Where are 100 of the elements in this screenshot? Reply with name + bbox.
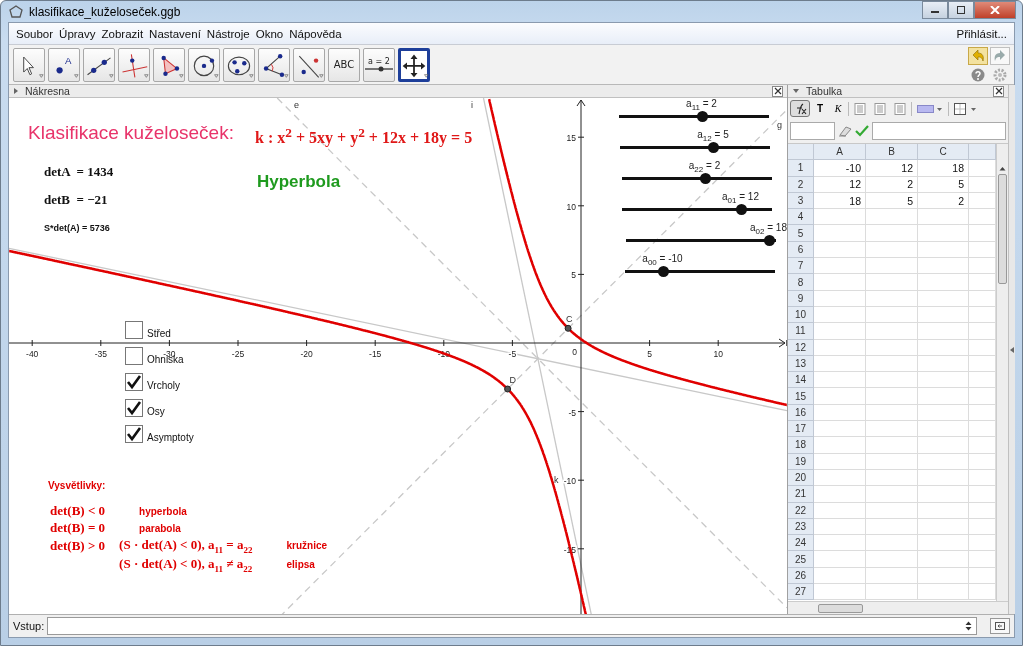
- table-cell[interactable]: [918, 486, 969, 503]
- table-cell[interactable]: [866, 437, 918, 454]
- table-cell[interactable]: [814, 551, 866, 568]
- table-cell[interactable]: [814, 437, 866, 454]
- column-header[interactable]: [969, 144, 996, 161]
- table-cell[interactable]: [814, 339, 866, 356]
- table-cell[interactable]: [814, 258, 866, 275]
- tool-button[interactable]: [293, 47, 325, 82]
- table-cell[interactable]: [814, 502, 866, 519]
- checkbox[interactable]: [125, 425, 143, 443]
- tool-button[interactable]: [153, 47, 185, 82]
- table-cell[interactable]: [866, 209, 918, 226]
- table-cell[interactable]: [814, 225, 866, 242]
- table-cell[interactable]: [918, 339, 969, 356]
- checkbox[interactable]: [125, 373, 143, 391]
- table-cell[interactable]: [918, 355, 969, 373]
- menu-item[interactable]: Úpravy: [56, 25, 99, 42]
- table-cell[interactable]: [918, 209, 969, 226]
- table-cell[interactable]: [814, 355, 866, 373]
- table-cell[interactable]: [814, 388, 866, 405]
- column-header[interactable]: B: [866, 144, 918, 161]
- slider-thumb[interactable]: [708, 142, 719, 153]
- table-cell[interactable]: 12: [866, 160, 918, 177]
- table-cell[interactable]: [814, 453, 866, 470]
- table-cell[interactable]: [866, 551, 918, 568]
- table-cell[interactable]: [918, 388, 969, 405]
- table-cell[interactable]: [866, 421, 918, 438]
- menu-item[interactable]: Nastavení: [146, 25, 204, 42]
- menu-item[interactable]: Zobrazit: [98, 25, 147, 42]
- table-cell[interactable]: [918, 225, 969, 242]
- table-cell[interactable]: [814, 372, 866, 389]
- table-cell[interactable]: [814, 404, 866, 422]
- row-header[interactable]: 25: [788, 551, 814, 568]
- menu-item[interactable]: Nástroje: [203, 25, 253, 42]
- table-cell[interactable]: [866, 388, 918, 405]
- row-header[interactable]: 18: [788, 437, 814, 454]
- row-header[interactable]: 21: [788, 486, 814, 503]
- table-cell[interactable]: [814, 535, 866, 552]
- table-cell[interactable]: 5: [918, 176, 969, 193]
- point[interactable]: [564, 324, 572, 332]
- table-cell[interactable]: [814, 567, 866, 584]
- table-cell[interactable]: [866, 258, 918, 275]
- row-header[interactable]: 7: [788, 258, 814, 275]
- table-cell[interactable]: [866, 306, 918, 324]
- table-cell[interactable]: [918, 404, 969, 422]
- horizontal-scrollbar[interactable]: [788, 601, 1008, 614]
- row-header[interactable]: 8: [788, 274, 814, 291]
- table-cell[interactable]: [918, 518, 969, 536]
- row-header[interactable]: 5: [788, 225, 814, 242]
- scroll-thumb[interactable]: [998, 174, 1007, 284]
- table-cell[interactable]: [866, 225, 918, 242]
- table-cell[interactable]: [866, 323, 918, 340]
- table-cell[interactable]: [918, 535, 969, 552]
- table-cell[interactable]: [918, 274, 969, 291]
- maximize-button[interactable]: [948, 1, 974, 19]
- table-cell[interactable]: -10: [814, 160, 866, 177]
- checkbox[interactable]: [125, 399, 143, 417]
- table-cell[interactable]: 18: [814, 192, 866, 210]
- table-cell[interactable]: [918, 437, 969, 454]
- corner-cell[interactable]: [788, 144, 814, 161]
- table-cell[interactable]: 5: [866, 192, 918, 210]
- menu-item[interactable]: Nápověda: [286, 25, 345, 42]
- table-cell[interactable]: 18: [918, 160, 969, 177]
- table-cell[interactable]: [814, 584, 866, 601]
- tool-button[interactable]: [188, 47, 220, 82]
- table-cell[interactable]: [814, 486, 866, 503]
- align-button[interactable]: [891, 100, 909, 117]
- close-button[interactable]: [772, 85, 783, 97]
- table-cell[interactable]: [866, 486, 918, 503]
- tool-button[interactable]: [258, 47, 290, 82]
- close-button[interactable]: [993, 85, 1004, 97]
- slider-thumb[interactable]: [735, 204, 747, 215]
- table-cell[interactable]: [918, 567, 969, 584]
- table-cell[interactable]: [866, 290, 918, 307]
- vertical-scrollbar[interactable]: [996, 144, 1008, 601]
- tool-button[interactable]: [398, 47, 430, 82]
- tool-button[interactable]: [83, 47, 115, 82]
- row-header[interactable]: 11: [788, 323, 814, 340]
- formula-field[interactable]: [872, 122, 1006, 140]
- table-cell[interactable]: [866, 535, 918, 552]
- table-cell[interactable]: [918, 241, 969, 259]
- table-cell[interactable]: [866, 584, 918, 601]
- slider-thumb[interactable]: [696, 111, 708, 122]
- table-cell[interactable]: [814, 518, 866, 536]
- minimize-button[interactable]: [922, 1, 948, 19]
- checkbox[interactable]: [125, 321, 143, 339]
- table-cell[interactable]: [918, 323, 969, 340]
- style-button[interactable]: K: [830, 100, 846, 117]
- table-cell[interactable]: [918, 584, 969, 601]
- table-cell[interactable]: [866, 372, 918, 389]
- table-cell[interactable]: 2: [866, 176, 918, 193]
- row-header[interactable]: 14: [788, 372, 814, 389]
- table-cell[interactable]: [918, 502, 969, 519]
- row-header[interactable]: 1: [788, 160, 814, 177]
- table-cell[interactable]: [814, 323, 866, 340]
- scroll-thumb[interactable]: [818, 604, 863, 613]
- column-header[interactable]: A: [814, 144, 866, 161]
- table-cell[interactable]: [866, 339, 918, 356]
- tool-button[interactable]: ABC: [328, 47, 360, 82]
- table-cell[interactable]: [866, 355, 918, 373]
